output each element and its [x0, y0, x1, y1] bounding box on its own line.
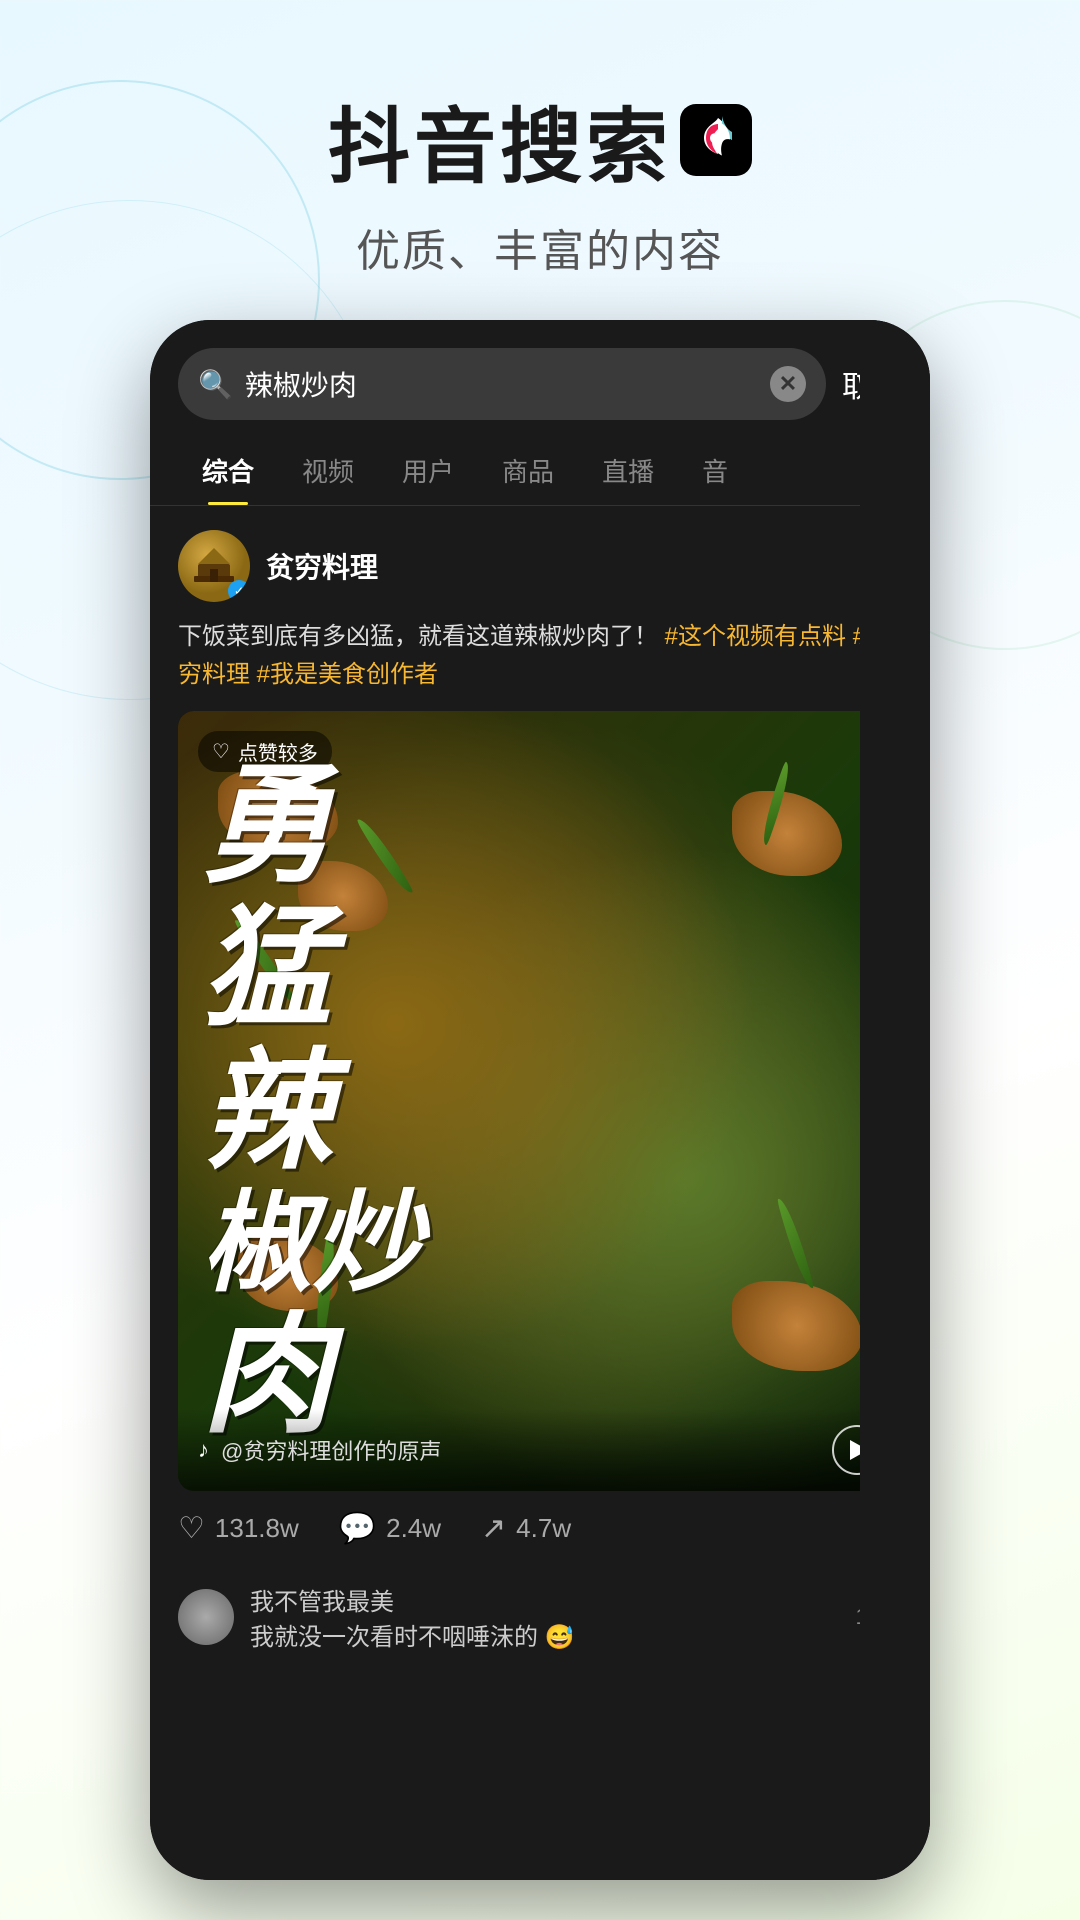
- video-thumbnail[interactable]: ♡ 点赞较多 勇 猛 辣 椒炒 肉 ♪ @贫穷料理创作的原声: [178, 711, 902, 1491]
- search-bar-area: 🔍 辣椒炒肉 ✕ 取消: [150, 320, 930, 436]
- title-text: 抖音搜索: [328, 80, 672, 199]
- tabs-area: 综合 视频 用户 商品 直播 音: [150, 436, 930, 506]
- comment-preview: 我不管我最美 我就没一次看时不咽唾沫的 😅 1.2w: [150, 1566, 930, 1668]
- comment-author-name: 我不管我最美: [250, 1582, 840, 1617]
- hashtag-3[interactable]: #我是美食创作者: [257, 661, 438, 688]
- likes-count: 131.8w: [215, 1513, 299, 1544]
- search-input-container[interactable]: 🔍 辣椒炒肉 ✕: [178, 348, 826, 420]
- shares-stat[interactable]: ↗ 4.7w: [481, 1511, 571, 1546]
- comment-stat-icon: 💬: [339, 1511, 376, 1546]
- author-avatar: ✓: [178, 530, 250, 602]
- header-section: 抖音搜索 优质、丰富的内容: [0, 0, 1080, 319]
- description-text: 下饭菜到底有多凶猛，就看这道辣椒炒肉了！: [178, 623, 658, 650]
- video-title-line2: 猛: [202, 897, 332, 1040]
- author-row: ✓ 贫穷料理 ···: [150, 506, 930, 618]
- video-bottom-bar: ♪ @贫穷料理创作的原声: [178, 1409, 902, 1491]
- search-query-text: 辣椒炒肉: [245, 364, 758, 404]
- tab-音[interactable]: 音: [678, 436, 752, 505]
- video-overlay-text: 勇 猛 辣 椒炒 肉: [178, 711, 902, 1491]
- tiktok-logo-icon: [680, 104, 752, 176]
- comments-stat[interactable]: 💬 2.4w: [339, 1511, 441, 1546]
- video-title-line1: 勇: [202, 754, 332, 897]
- stats-row: ♡ 131.8w 💬 2.4w ↗ 4.7w: [150, 1491, 930, 1566]
- tab-用户[interactable]: 用户: [378, 436, 478, 505]
- search-icon: 🔍: [198, 368, 233, 401]
- tab-综合[interactable]: 综合: [178, 436, 278, 505]
- comment-info: 我不管我最美 我就没一次看时不咽唾沫的 😅: [250, 1582, 840, 1652]
- description-area: 下饭菜到底有多凶猛，就看这道辣椒炒肉了！ #这个视频有点料 #贫穷料理 #我是美…: [150, 618, 930, 711]
- phone-screen: 🔍 辣椒炒肉 ✕ 取消 综合 视频 用户 商品 直播 音: [150, 320, 930, 1880]
- content-area: ✓ 贫穷料理 ··· 下饭菜到底有多凶猛，就看这道辣椒炒肉了！ #这个视频有点料…: [150, 506, 930, 1880]
- tab-视频[interactable]: 视频: [278, 436, 378, 505]
- comment-text: 我就没一次看时不咽唾沫的 😅: [250, 1617, 840, 1652]
- app-title: 抖音搜索: [0, 80, 1080, 199]
- phone-container: 🔍 辣椒炒肉 ✕ 取消 综合 视频 用户 商品 直播 音: [150, 320, 930, 1880]
- tab-商品[interactable]: 商品: [478, 436, 578, 505]
- likes-stat[interactable]: ♡ 131.8w: [178, 1511, 299, 1546]
- video-title-line3: 辣: [202, 1040, 332, 1183]
- video-title-line4: 椒炒: [202, 1183, 422, 1304]
- tiktok-audio-icon: ♪: [198, 1437, 209, 1463]
- right-dark-panel: [860, 320, 930, 1880]
- app-subtitle: 优质、丰富的内容: [0, 215, 1080, 279]
- hashtag-1[interactable]: #这个视频有点料: [665, 623, 846, 650]
- share-stat-icon: ↗: [481, 1511, 506, 1546]
- shares-count: 4.7w: [516, 1513, 571, 1544]
- clear-search-button[interactable]: ✕: [770, 366, 806, 402]
- comments-count: 2.4w: [386, 1513, 441, 1544]
- verified-badge: ✓: [228, 580, 250, 602]
- video-source-label: @贫穷料理创作的原声: [221, 1434, 820, 1466]
- author-name: 贫穷料理: [266, 546, 848, 586]
- heart-stat-icon: ♡: [178, 1511, 205, 1546]
- tab-直播[interactable]: 直播: [578, 436, 678, 505]
- comment-avatar: [178, 1589, 234, 1645]
